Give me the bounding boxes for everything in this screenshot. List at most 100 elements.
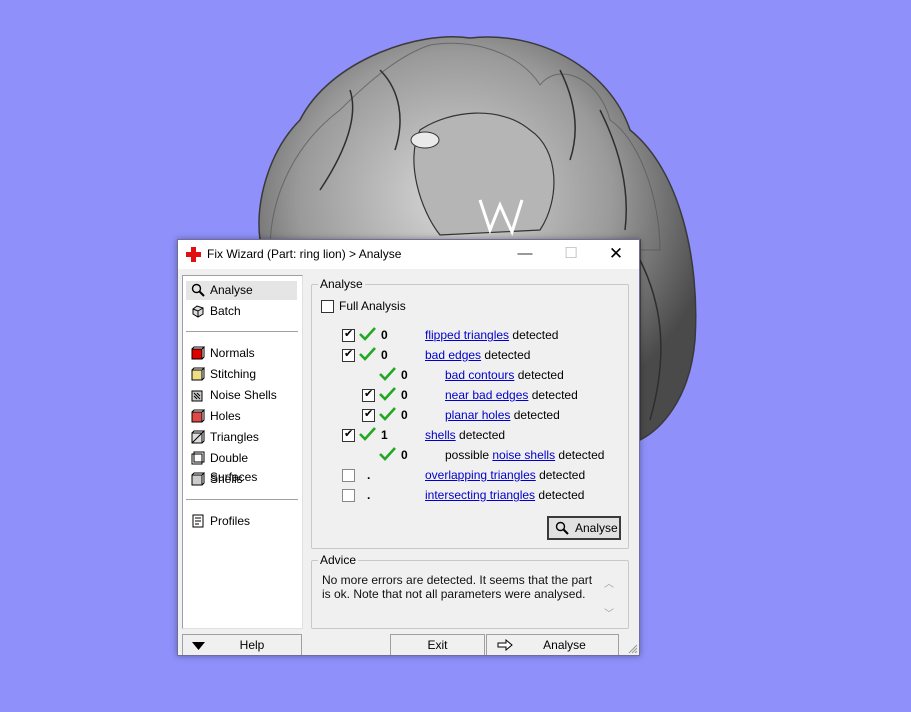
noise-shells-link[interactable]: noise shells [492, 448, 555, 462]
batch-icon [192, 305, 204, 318]
help-button[interactable]: Help [182, 634, 302, 655]
nav-item-normals[interactable]: Normals [186, 344, 297, 363]
row-suffix: detected [528, 388, 578, 402]
next-analyse-button-label: Analyse [543, 638, 586, 652]
near-bad-edges-row: near bad edges detected [445, 388, 578, 402]
title-bar[interactable]: Fix Wizard (Part: ring lion) > Analyse —… [178, 240, 639, 269]
nav-item-stitching[interactable]: Stitching [186, 365, 297, 384]
bad-edges-checkbox[interactable] [342, 347, 355, 362]
shells-link[interactable]: shells [425, 428, 456, 442]
row-suffix: detected [455, 428, 506, 442]
planar-holes-row: planar holes detected [445, 408, 560, 422]
full-analysis-checkbox[interactable] [321, 300, 334, 313]
near-bad-edges-link[interactable]: near bad edges [445, 388, 528, 402]
flipped-triangles-link[interactable]: flipped triangles [425, 328, 509, 342]
bad-contours-row: bad contours detected [445, 368, 564, 382]
row-suffix: detected [510, 408, 560, 422]
row-suffix: detected [535, 488, 585, 502]
noise-shells-icon [191, 390, 203, 402]
advice-group-label: Advice [318, 553, 359, 567]
red-cross-icon [186, 247, 201, 262]
nav-item-profiles[interactable]: Profiles [186, 512, 297, 531]
intersecting-triangles-link[interactable]: intersecting triangles [425, 488, 535, 502]
flipped-triangles-row: flipped triangles detected [425, 328, 558, 342]
planar-holes-checkbox[interactable] [362, 407, 375, 422]
maximize-button[interactable]: ☐ [548, 240, 594, 269]
bad-edges-row: bad edges detected [425, 348, 530, 362]
green-check-icon [359, 347, 376, 361]
planar-holes-count: 0 [401, 408, 408, 422]
green-check-icon [379, 387, 396, 401]
nav-divider [186, 499, 298, 500]
profiles-icon [192, 514, 204, 528]
row-suffix: detected [509, 328, 559, 342]
intersecting-triangles-checkbox[interactable] [342, 489, 355, 502]
row-suffix: detected [514, 368, 564, 382]
magnifier-icon [555, 521, 569, 535]
wizard-nav: Analyse Batch Normals Stitching Noise Sh… [182, 275, 303, 629]
full-analysis-label: Full Analysis [339, 299, 406, 313]
green-check-icon [359, 327, 376, 341]
nav-item-batch[interactable]: Batch [186, 302, 297, 321]
nav-item-holes[interactable]: Holes [186, 407, 297, 426]
stitching-cube-icon [191, 367, 205, 381]
green-check-icon [379, 407, 396, 421]
analyse-group: Analyse Full Analysis 0 flipped triangle… [311, 277, 629, 549]
shells-cube-icon [191, 472, 205, 486]
nav-item-label: Stitching [210, 367, 257, 381]
row-suffix: detected [555, 448, 605, 462]
overlapping-triangles-checkbox[interactable] [342, 469, 355, 482]
next-analyse-button[interactable]: Analyse [486, 634, 619, 655]
green-check-icon [379, 367, 396, 381]
nav-item-label: Profiles [210, 514, 251, 528]
shells-count: 1 [381, 428, 388, 442]
bad-contours-count: 0 [401, 368, 408, 382]
overlapping-triangles-link[interactable]: overlapping triangles [425, 468, 536, 482]
close-icon: ✕ [608, 244, 624, 263]
analyse-run-button[interactable]: Analyse [547, 516, 621, 540]
normals-cube-icon [191, 346, 205, 360]
nav-item-analyse[interactable]: Analyse [186, 281, 297, 300]
nav-item-double-surfaces[interactable]: Double Surfaces [186, 449, 297, 484]
nav-item-noise-shells[interactable]: Noise Shells [186, 386, 297, 405]
flipped-triangles-checkbox[interactable] [342, 327, 355, 342]
green-check-icon [379, 447, 396, 461]
triangles-cube-icon [191, 430, 205, 444]
bad-edges-link[interactable]: bad edges [425, 348, 481, 362]
nav-divider [186, 331, 298, 332]
bad-contours-link[interactable]: bad contours [445, 368, 514, 382]
advice-text: No more errors are detected. It seems th… [322, 573, 593, 601]
overlapping-triangles-row: overlapping triangles detected [425, 468, 585, 482]
exit-button[interactable]: Exit [390, 634, 485, 655]
fix-wizard-dialog: Fix Wizard (Part: ring lion) > Analyse —… [177, 239, 640, 656]
bad-edges-count: 0 [381, 348, 388, 362]
flipped-triangles-count: 0 [381, 328, 388, 342]
magnifier-icon [191, 283, 205, 297]
nav-item-shells[interactable]: Shells [186, 470, 297, 489]
arrow-right-icon [497, 639, 513, 651]
row-suffix: detected [481, 348, 531, 362]
analyse-run-button-label: Analyse [575, 521, 618, 535]
row-prefix: possible [445, 448, 493, 462]
shells-checkbox[interactable] [342, 427, 355, 442]
near-bad-edges-checkbox[interactable] [362, 387, 375, 402]
near-bad-edges-count: 0 [401, 388, 408, 402]
nav-item-label: Triangles [210, 430, 259, 444]
advice-group: Advice No more errors are detected. It s… [311, 553, 629, 629]
nav-item-triangles[interactable]: Triangles [186, 428, 297, 447]
window-title: Fix Wizard (Part: ring lion) > Analyse [207, 247, 402, 261]
scroll-up-icon[interactable]: ︿ [604, 575, 614, 590]
double-surfaces-icon [191, 451, 205, 465]
nav-item-label: Batch [210, 304, 241, 318]
green-check-icon [359, 427, 376, 441]
nav-item-label: Normals [210, 346, 255, 360]
close-button[interactable]: ✕ [593, 240, 639, 269]
minimize-button[interactable]: — [502, 240, 548, 269]
help-button-label: Help [239, 638, 265, 652]
intersecting-triangles-count: . [367, 488, 371, 502]
noise-shells-row: possible noise shells detected [445, 448, 604, 462]
scroll-down-icon[interactable]: ﹀ [604, 605, 614, 620]
resize-grip-icon[interactable] [628, 644, 638, 654]
overlapping-triangles-count: . [367, 468, 371, 482]
planar-holes-link[interactable]: planar holes [445, 408, 510, 422]
